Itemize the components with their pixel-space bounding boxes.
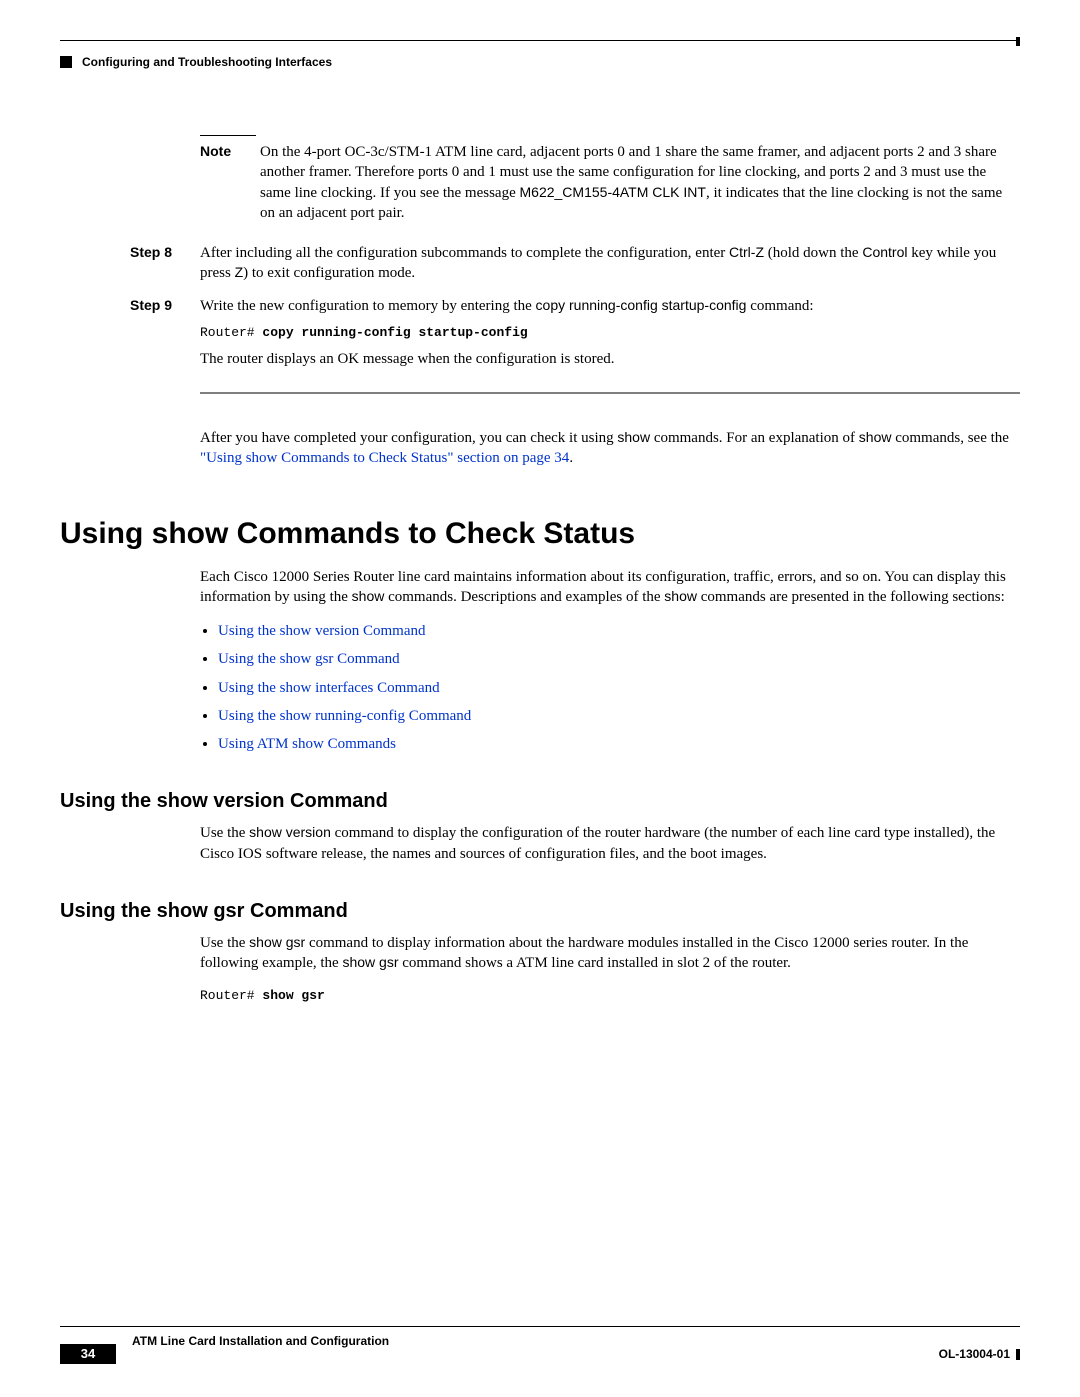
step8-control: Control: [862, 244, 907, 260]
h1-body: Each Cisco 12000 Series Router line card…: [200, 567, 1020, 608]
link-atm-show[interactable]: Using ATM show Commands: [218, 736, 396, 752]
running-head-text: Configuring and Troubleshooting Interfac…: [82, 54, 332, 70]
h1-show1: show: [352, 588, 385, 604]
running-head: Configuring and Troubleshooting Interfac…: [60, 54, 332, 70]
h2a-cmd: show version: [249, 824, 331, 840]
after-show2: show: [859, 429, 892, 445]
step8-pre: After including all the configuration su…: [200, 245, 729, 261]
heading-show-gsr: Using the show gsr Command: [60, 898, 1020, 925]
list-item: Using the show gsr Command: [218, 649, 1020, 669]
step-8: Step 8 After including all the configura…: [130, 243, 1020, 284]
h2b-post: command shows a ATM line card installed …: [399, 955, 791, 971]
code-cmd: copy running-config startup-config: [262, 325, 527, 340]
code-show-gsr: Router# show gsr: [200, 987, 1020, 1005]
note-msg: M622_CM155-4ATM CLK INT: [520, 184, 706, 200]
note-label: Note: [200, 142, 240, 161]
h2b-cmd1: show gsr: [249, 934, 305, 950]
list-item: Using the show running-config Command: [218, 706, 1020, 726]
after-mid: commands. For an explanation of: [650, 430, 859, 446]
h2b-cmd2: show gsr: [342, 954, 398, 970]
link-show-running-config[interactable]: Using the show running-config Command: [218, 708, 471, 724]
step9-ok: The router displays an OK message when t…: [200, 349, 1020, 369]
step8-ctrlz: Ctrl-Z: [729, 244, 764, 260]
code2-prompt: Router#: [200, 988, 262, 1003]
xref-show-commands[interactable]: "Using show Commands to Check Status" se…: [200, 450, 569, 466]
list-item: Using ATM show Commands: [218, 734, 1020, 754]
after-pre: After you have completed your configurat…: [200, 430, 617, 446]
step-8-body: After including all the configuration su…: [200, 243, 1020, 284]
after-show1: show: [617, 429, 650, 445]
link-list: Using the show version Command Using the…: [200, 621, 1020, 754]
after-mid2: commands, see the: [891, 430, 1008, 446]
note-body: On the 4-port OC-3c/STM-1 ATM line card,…: [260, 142, 1020, 223]
after-end: .: [569, 450, 573, 466]
code2-cmd: show gsr: [262, 988, 324, 1003]
step-9-label: Step 9: [130, 296, 180, 315]
step9-code: Router# copy running-config startup-conf…: [200, 324, 1020, 342]
footer-title: ATM Line Card Installation and Configura…: [132, 1333, 1020, 1349]
note-block: Note On the 4-port OC-3c/STM-1 ATM line …: [200, 135, 1020, 223]
step9-pre: Write the new configuration to memory by…: [200, 298, 536, 314]
footer: ATM Line Card Installation and Configura…: [60, 1326, 1020, 1349]
h1-show2: show: [664, 588, 697, 604]
square-bullet-icon: [60, 56, 72, 68]
heading-show-commands: Using show Commands to Check Status: [60, 514, 1020, 555]
h2a-pre: Use the: [200, 825, 249, 841]
list-item: Using the show interfaces Command: [218, 678, 1020, 698]
page-number: 34: [60, 1344, 116, 1364]
doc-id: OL-13004-01: [939, 1346, 1020, 1362]
step-9: Step 9 Write the new configuration to me…: [130, 296, 1020, 370]
link-show-interfaces[interactable]: Using the show interfaces Command: [218, 680, 440, 696]
step-8-label: Step 8: [130, 243, 180, 262]
section-end-rule: [200, 392, 1020, 394]
step8-z: Z: [235, 264, 244, 280]
step9-post: command:: [746, 298, 813, 314]
h2a-body: Use the show version command to display …: [200, 823, 1020, 864]
code-prompt: Router#: [200, 325, 262, 340]
after-paragraph: After you have completed your configurat…: [200, 428, 1020, 469]
h1-post: commands are presented in the following …: [697, 589, 1005, 605]
list-item: Using the show version Command: [218, 621, 1020, 641]
h1-mid: commands. Descriptions and examples of t…: [384, 589, 664, 605]
link-show-gsr[interactable]: Using the show gsr Command: [218, 651, 400, 667]
step-9-body: Write the new configuration to memory by…: [200, 296, 1020, 370]
heading-show-version: Using the show version Command: [60, 788, 1020, 815]
link-show-version[interactable]: Using the show version Command: [218, 623, 426, 639]
note-top-rule: [200, 135, 256, 136]
h2b-body: Use the show gsr command to display info…: [200, 933, 1020, 974]
step8-post: ) to exit configuration mode.: [243, 265, 415, 281]
top-rule: [60, 40, 1020, 41]
footer-rule: [60, 1326, 1020, 1327]
step9-cmd: copy running-config startup-config: [536, 297, 747, 313]
step8-mid: (hold down the: [764, 245, 862, 261]
h2b-pre: Use the: [200, 935, 249, 951]
